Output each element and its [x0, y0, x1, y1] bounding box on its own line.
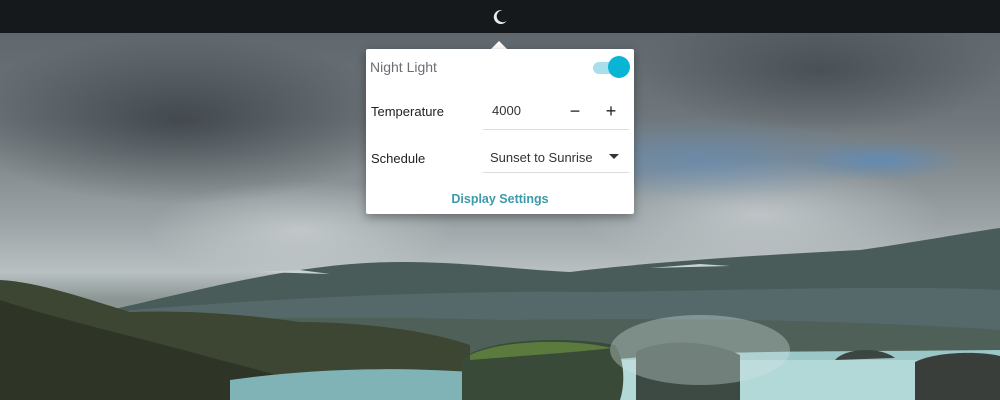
- temperature-stepper: 4000 − +: [483, 92, 629, 130]
- night-light-title: Night Light: [370, 59, 437, 75]
- chevron-down-icon: [609, 154, 619, 159]
- moon-icon: [493, 9, 507, 24]
- night-light-indicator[interactable]: [483, 3, 517, 30]
- night-light-popover: Night Light Temperature 4000 − + Schedul…: [366, 49, 634, 214]
- toggle-knob: [608, 56, 630, 78]
- temperature-value[interactable]: 4000: [492, 103, 521, 118]
- schedule-selected-value: Sunset to Sunrise: [490, 150, 593, 165]
- popover-arrow: [491, 41, 507, 49]
- temperature-label: Temperature: [371, 104, 444, 119]
- schedule-dropdown[interactable]: Sunset to Sunrise: [483, 139, 629, 173]
- display-settings-link[interactable]: Display Settings: [366, 192, 634, 206]
- decrease-temperature-button[interactable]: −: [564, 100, 586, 122]
- night-light-toggle[interactable]: [593, 56, 630, 78]
- top-panel: [0, 0, 1000, 33]
- schedule-label: Schedule: [371, 151, 426, 166]
- increase-temperature-button[interactable]: +: [600, 100, 622, 122]
